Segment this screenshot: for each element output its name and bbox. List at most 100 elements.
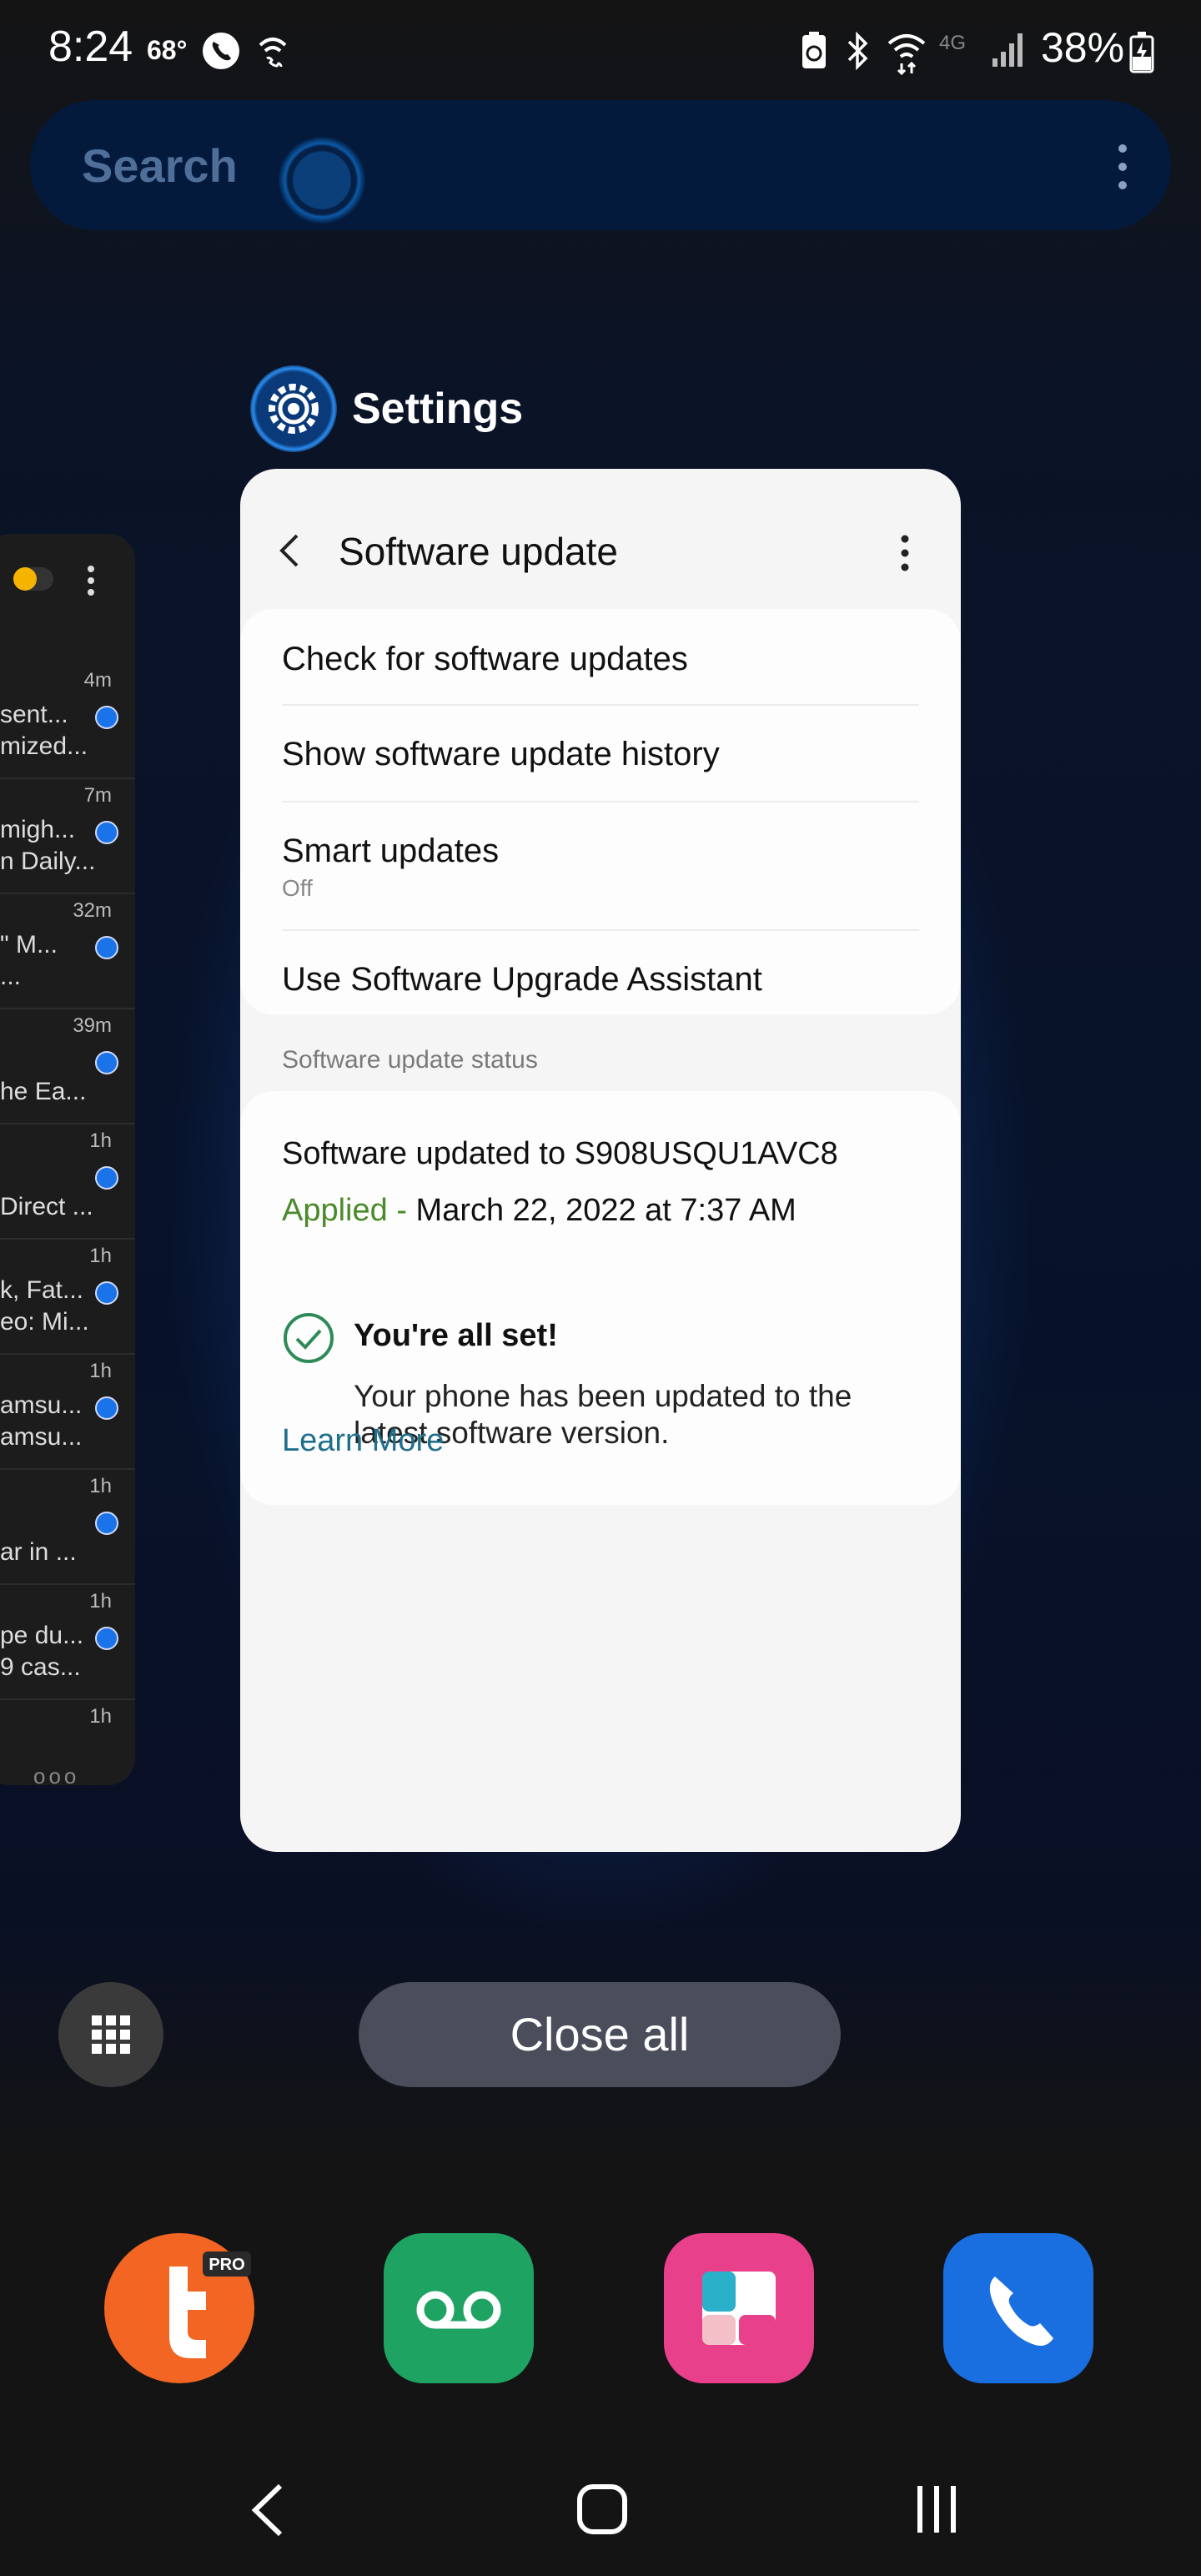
item-time: 1h [89,1590,112,1613]
unread-indicator-icon [95,1627,118,1650]
list-item[interactable]: 7m migh... n Daily... [0,777,135,894]
menu-item-label: Smart updates [282,833,500,869]
divider [282,801,919,802]
home-icon[interactable] [575,2483,629,2536]
battery-percent: 38% [1041,24,1125,71]
item-line2: he Ea... [0,1078,87,1105]
unread-indicator-icon [95,1512,118,1535]
search-placeholder: Search [82,139,238,192]
phone-call-icon [203,33,239,69]
item-time: 1h [89,1705,112,1728]
item-line1: k, Fat... [0,1276,84,1304]
status-time: 8:24 [48,23,133,71]
more-vertical-icon[interactable] [87,566,95,596]
allset-title: You're all set! [354,1318,558,1353]
list-item[interactable]: 4m sent... mized... [0,662,135,779]
wifi-calling-icon [259,38,287,68]
upgrade-assistant-item[interactable]: Use Software Upgrade Assistant [282,961,919,999]
item-line2: Direct ... [0,1193,93,1220]
mail-toggle-icon [13,567,37,591]
phone-icon [943,2233,1093,2383]
item-line2: ... [0,963,22,990]
menu-item-label: Show software update history [282,736,720,772]
list-item[interactable]: 1h pe du... 9 cas... [0,1583,135,1700]
learn-more-link[interactable]: Learn More [282,1423,444,1459]
unread-indicator-icon [95,1166,118,1190]
item-line1: amsu... [0,1391,83,1419]
item-time: 1h [89,1360,112,1382]
smart-updates-item[interactable]: Smart updates Off [282,833,919,902]
more-vertical-icon[interactable] [899,534,911,572]
recents-search-bar[interactable]: Search [30,100,1171,230]
item-time: 4m [83,669,112,692]
more-indicator: ooo [33,1763,80,1785]
divider [282,704,919,706]
item-line2: n Daily... [0,848,96,875]
recent-app-name[interactable]: Settings [352,384,523,434]
smart-updates-status: Off [282,875,313,901]
app-grid-icon [92,2015,130,2054]
list-item[interactable]: 1h ar in ... [0,1468,135,1585]
unread-indicator-icon [95,821,118,844]
recent-app-card-left[interactable]: 4m sent... mized... 7m migh... n Daily... 32m "… [0,534,135,1785]
item-time: 1h [89,1245,112,1267]
close-all-button[interactable]: Close all [359,1982,841,2087]
list-item[interactable]: 1h k, Fat... eo: Mi... [0,1238,135,1355]
item-line1: " M... [0,931,58,958]
phone-app[interactable] [924,2214,1113,2402]
navigation-bar [0,2461,1201,2576]
item-line2: mized... [0,732,88,760]
back-icon[interactable] [247,2481,289,2539]
unread-indicator-icon [95,706,118,729]
galaxy-store-app[interactable] [645,2214,833,2402]
list-item[interactable]: 1h amsu... amsu... [0,1353,135,1470]
list-item[interactable]: 1h Direct ... [0,1123,135,1240]
version-line: Software updated to S908USQU1AVC8 [282,1136,838,1171]
item-line2: ar in ... [0,1538,77,1566]
item-time: 39m [73,1014,112,1037]
unread-indicator-icon [95,1051,118,1074]
voicemail-app[interactable] [364,2214,553,2402]
list-item[interactable]: 39m he Ea... [0,1008,135,1124]
item-line2: amsu... [0,1423,83,1451]
voicemail-icon [384,2233,534,2383]
menu-item-label: Use Software Upgrade Assistant [282,961,762,998]
more-vertical-icon[interactable] [1114,142,1131,192]
tapatalk-pro-icon: PRO [104,2233,254,2383]
bluetooth-icon [847,31,868,71]
status-temperature: 68° [147,35,188,65]
settings-gear-icon[interactable] [250,365,337,452]
battery-charging-icon [1129,32,1154,73]
battery-saver-icon [802,32,826,68]
item-line2: 9 cas... [0,1653,81,1681]
menu-item-label: Check for software updates [282,641,688,677]
check-updates-item[interactable]: Check for software updates [282,641,919,678]
page-title: Software update [339,530,619,573]
network-type: 4G [939,32,967,54]
unread-indicator-icon [95,1281,118,1305]
update-options-group: Check for software updates Show software… [240,609,961,1014]
unread-indicator-icon [95,936,118,959]
app-grid-button[interactable] [58,1982,163,2087]
item-line1: sent... [0,701,68,728]
item-time: 7m [83,784,112,807]
item-line1: pe du... [0,1622,84,1649]
recent-app-card-settings[interactable]: Software update Check for software updat… [240,469,961,1852]
item-time: 32m [73,899,112,922]
unread-indicator-icon [95,1396,118,1420]
wifi-icon [887,34,926,76]
section-header: Software update status [282,1046,538,1074]
recents-icon[interactable] [912,2484,962,2534]
signal-icon [992,33,1023,67]
app-bar: Software update [240,469,961,602]
pro-badge: PRO [209,2256,244,2274]
list-item[interactable]: 32m " M...... [0,893,135,1009]
chevron-left-icon[interactable] [277,532,302,569]
item-time: 1h [89,1475,112,1497]
check-circle-icon [284,1313,334,1363]
item-line1: migh... [0,816,76,843]
update-history-item[interactable]: Show software update history [282,736,919,773]
applied-label: Applied - [282,1193,407,1228]
tapatalk-pro-app[interactable]: PRO [85,2214,274,2402]
item-line2: eo: Mi... [0,1308,89,1336]
